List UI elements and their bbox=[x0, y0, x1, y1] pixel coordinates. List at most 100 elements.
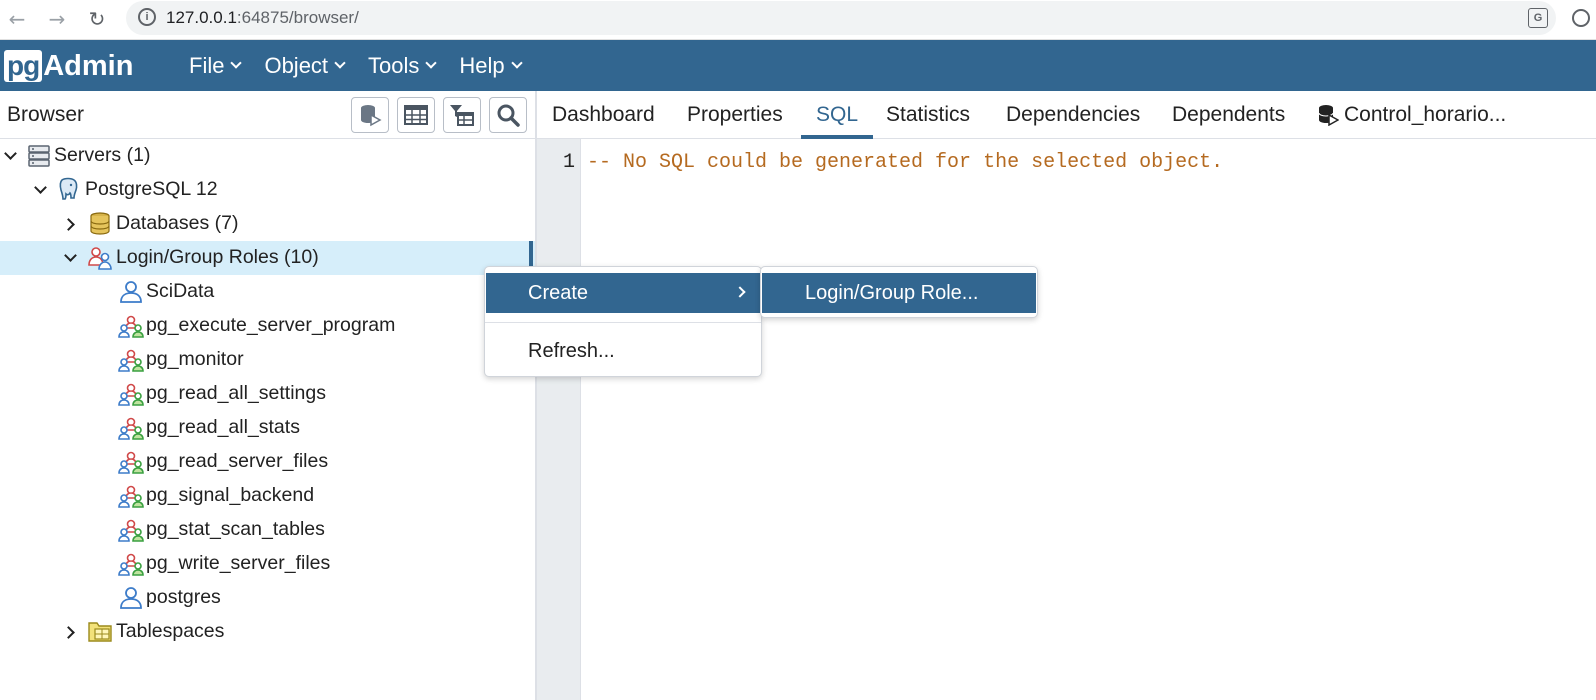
sql-editor-code[interactable]: -- No SQL could be generated for the sel… bbox=[587, 151, 1223, 174]
submenu-login-group-role[interactable]: Login/Group Role... bbox=[762, 273, 1036, 313]
tree-node-tablespaces-label: Tablespaces bbox=[116, 620, 225, 642]
tab-properties-label: Properties bbox=[687, 103, 783, 126]
group-role-icon bbox=[118, 485, 144, 508]
group-role-icon bbox=[118, 383, 144, 406]
tree-node-databases-label: Databases (7) bbox=[116, 212, 239, 234]
address-bar[interactable]: i 127.0.0.1:64875/browser/ bbox=[126, 1, 1556, 35]
query-tool-button[interactable] bbox=[351, 97, 389, 133]
translate-icon[interactable]: G bbox=[1528, 8, 1548, 28]
login-role-icon bbox=[120, 587, 142, 609]
tree-node-login-group-roles[interactable]: Login/Group Roles (10) bbox=[0, 241, 535, 275]
login-role-icon bbox=[120, 281, 142, 303]
tree-node-role[interactable]: SciData bbox=[0, 275, 535, 309]
tab-sql[interactable]: SQL bbox=[800, 91, 874, 139]
tab-dependents[interactable]: Dependents bbox=[1172, 91, 1285, 139]
tree-node-role-label: pg_execute_server_program bbox=[146, 314, 396, 336]
context-menu-create[interactable]: Create bbox=[486, 273, 760, 313]
url-path: :64875/browser/ bbox=[236, 8, 359, 27]
menu-object[interactable]: Object bbox=[264, 52, 346, 79]
main-menu: File Object Tools Help bbox=[189, 40, 545, 91]
context-menu: Create Refresh... bbox=[484, 266, 762, 377]
tree-node-server[interactable]: PostgreSQL 12 bbox=[0, 173, 535, 207]
group-role-icon bbox=[118, 519, 144, 542]
search-icon bbox=[497, 104, 520, 127]
filtered-rows-icon bbox=[450, 105, 474, 126]
menu-tools[interactable]: Tools bbox=[368, 52, 438, 79]
info-icon[interactable]: i bbox=[138, 8, 156, 26]
expand-toggle-icon[interactable] bbox=[61, 624, 78, 640]
collapse-toggle-icon[interactable] bbox=[62, 249, 78, 266]
browser-panel: Browser Servers (1) PostgreSQL 12 Databa… bbox=[0, 91, 537, 700]
tree-node-role-label: pg_read_server_files bbox=[146, 450, 329, 472]
submenu-login-group-role-label: Login/Group Role... bbox=[805, 281, 979, 304]
tree-node-role-label: SciData bbox=[146, 280, 215, 302]
filtered-rows-button[interactable] bbox=[443, 97, 481, 133]
group-roles-icon bbox=[88, 247, 112, 270]
chevron-down-icon bbox=[510, 57, 523, 69]
tree-node-databases[interactable]: Databases (7) bbox=[0, 207, 535, 241]
menu-file[interactable]: File bbox=[189, 52, 243, 79]
databases-icon bbox=[90, 212, 110, 235]
group-role-icon bbox=[118, 417, 144, 440]
forward-icon[interactable]: → bbox=[44, 6, 70, 32]
menu-help[interactable]: Help bbox=[459, 52, 523, 79]
tree-node-role[interactable]: postgres bbox=[0, 581, 535, 615]
tree-node-role[interactable]: pg_read_all_stats bbox=[0, 411, 535, 445]
tree-node-servers-label: Servers (1) bbox=[54, 144, 151, 166]
app-navbar: pg Admin File Object Tools Help bbox=[0, 40, 1596, 91]
main-panel: Dashboard Properties SQL Statistics Depe… bbox=[537, 91, 1596, 700]
expand-toggle-icon[interactable] bbox=[61, 216, 78, 232]
view-data-button[interactable] bbox=[397, 97, 435, 133]
browser-panel-title: Browser bbox=[7, 103, 85, 126]
tree-node-login-group-roles-label: Login/Group Roles (10) bbox=[116, 246, 319, 268]
context-menu-refresh-label: Refresh... bbox=[528, 339, 615, 362]
tree-node-role[interactable]: pg_read_server_files bbox=[0, 445, 535, 479]
tab-statistics-label: Statistics bbox=[886, 103, 971, 126]
tree-node-role-label: pg_write_server_files bbox=[146, 552, 331, 574]
reload-icon[interactable]: ↻ bbox=[84, 6, 110, 32]
context-menu-refresh[interactable]: Refresh... bbox=[486, 331, 760, 371]
tab-statistics[interactable]: Statistics bbox=[886, 91, 970, 139]
group-role-icon bbox=[118, 553, 144, 576]
menu-file-label: File bbox=[189, 52, 225, 78]
menu-object-label: Object bbox=[264, 52, 329, 78]
context-menu-create-label: Create bbox=[528, 281, 589, 304]
tree-node-role-label: pg_signal_backend bbox=[146, 484, 315, 506]
back-icon[interactable]: ← bbox=[4, 6, 30, 32]
tree-node-role[interactable]: pg_write_server_files bbox=[0, 547, 535, 581]
collapse-toggle-icon[interactable] bbox=[32, 181, 48, 198]
tab-query-tool-label: Control_horario... bbox=[1344, 103, 1507, 126]
query-tool-icon bbox=[361, 105, 382, 127]
chevron-down-icon bbox=[334, 57, 346, 69]
tree-node-tablespaces[interactable]: Tablespaces bbox=[0, 615, 535, 649]
chevron-down-icon bbox=[425, 57, 438, 69]
tab-bar: Dashboard Properties SQL Statistics Depe… bbox=[537, 91, 1596, 139]
browser-chrome: ← → ↻ i 127.0.0.1:64875/browser/ G bbox=[0, 0, 1596, 40]
chevron-down-icon bbox=[230, 57, 243, 69]
tab-dashboard[interactable]: Dashboard bbox=[552, 91, 655, 139]
tree-node-role[interactable]: pg_monitor bbox=[0, 343, 535, 377]
group-role-icon bbox=[118, 451, 144, 474]
tree-node-servers[interactable]: Servers (1) bbox=[0, 139, 535, 173]
zoom-icon[interactable] bbox=[1572, 9, 1590, 27]
tree-node-role-label: pg_read_all_settings bbox=[146, 382, 326, 404]
create-submenu: Login/Group Role... bbox=[760, 266, 1038, 318]
pgadmin-logo: pg Admin bbox=[4, 48, 133, 84]
url-host: 127.0.0.1 bbox=[166, 8, 237, 27]
tab-dependencies[interactable]: Dependencies bbox=[1006, 91, 1140, 139]
tree-node-role[interactable]: pg_signal_backend bbox=[0, 479, 535, 513]
logo-admin: Admin bbox=[43, 49, 134, 82]
tree-node-server-label: PostgreSQL 12 bbox=[85, 178, 218, 200]
tree-node-role[interactable]: pg_stat_scan_tables bbox=[0, 513, 535, 547]
search-objects-button[interactable] bbox=[489, 97, 527, 133]
tree-node-role[interactable]: pg_read_all_settings bbox=[0, 377, 535, 411]
tree-node-role[interactable]: pg_execute_server_program bbox=[0, 309, 535, 343]
menu-tools-label: Tools bbox=[368, 52, 420, 78]
menu-help-label: Help bbox=[459, 52, 505, 78]
tab-query-tool[interactable]: Control_horario... bbox=[1317, 91, 1506, 139]
collapse-toggle-icon[interactable] bbox=[2, 147, 18, 164]
tab-dashboard-label: Dashboard bbox=[552, 103, 655, 126]
url-text[interactable]: 127.0.0.1:64875/browser/ bbox=[166, 8, 359, 28]
tab-properties[interactable]: Properties bbox=[687, 91, 783, 139]
query-tool-icon bbox=[1318, 105, 1339, 126]
